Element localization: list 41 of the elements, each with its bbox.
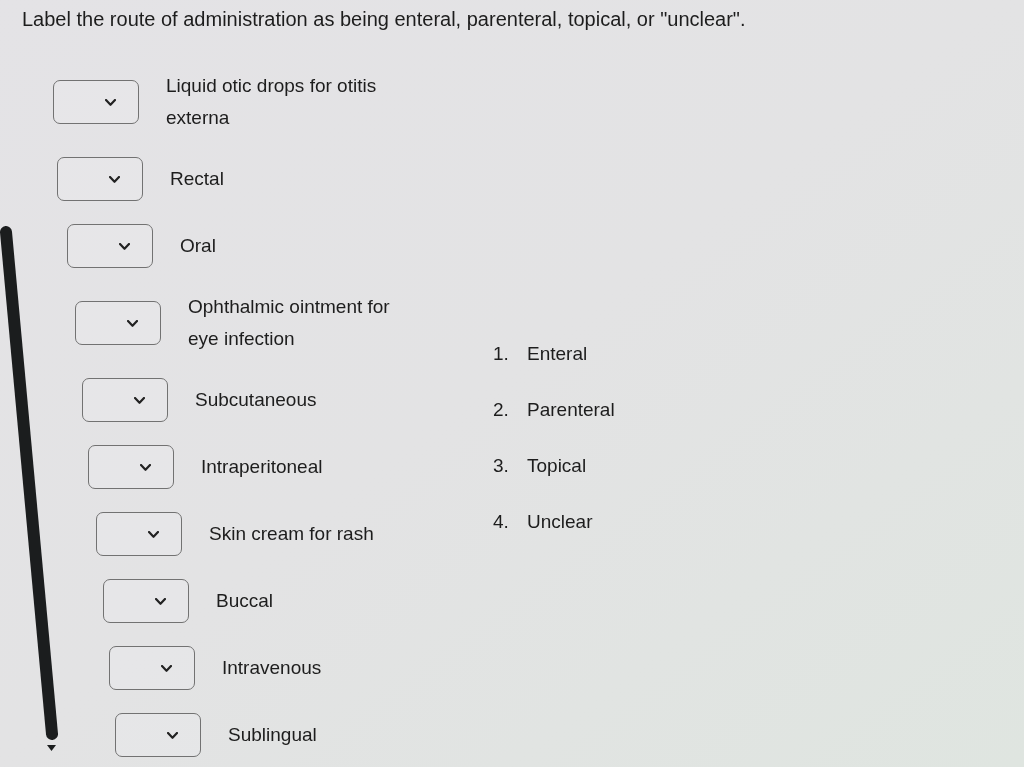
route-label: Ophthalmic ointment for eye infection bbox=[188, 295, 391, 351]
chevron-down-icon bbox=[167, 731, 178, 739]
option-label: Unclear bbox=[527, 510, 593, 534]
dropdown[interactable] bbox=[115, 713, 201, 757]
dropdown[interactable] bbox=[109, 646, 195, 690]
chevron-down-icon bbox=[109, 175, 120, 183]
dropdown[interactable] bbox=[96, 512, 182, 556]
dropdown[interactable] bbox=[53, 80, 139, 124]
option-number: 3. bbox=[493, 454, 510, 478]
chevron-down-icon bbox=[127, 319, 138, 327]
dropdown[interactable] bbox=[67, 224, 153, 268]
route-label: Rectal bbox=[170, 167, 224, 191]
dropdown[interactable] bbox=[57, 157, 143, 201]
chevron-down-icon bbox=[148, 530, 159, 538]
chevron-down-icon bbox=[134, 396, 145, 404]
route-label: Skin cream for rash bbox=[209, 522, 374, 546]
option-label: Topical bbox=[527, 454, 587, 478]
dropdown[interactable] bbox=[88, 445, 174, 489]
route-label: Buccal bbox=[216, 589, 274, 613]
route-label: Liquid otic drops for otitis externa bbox=[166, 74, 378, 130]
instruction-text: Label the route of administration as being enteral, parenteral, topical, or "unclear". bbox=[22, 7, 747, 32]
dropdown[interactable] bbox=[82, 378, 168, 422]
option-label: Parenteral bbox=[527, 398, 615, 422]
route-label: Sublingual bbox=[228, 723, 317, 747]
option-label: Enteral bbox=[527, 342, 588, 366]
option-number: 4. bbox=[493, 510, 510, 534]
option-number: 1. bbox=[493, 342, 510, 366]
route-label: Subcutaneous bbox=[195, 388, 317, 412]
chevron-down-icon bbox=[140, 463, 151, 471]
scrollbar-thumb[interactable] bbox=[0, 226, 58, 740]
down-arrow-icon[interactable] bbox=[47, 745, 56, 751]
chevron-down-icon bbox=[119, 242, 130, 250]
chevron-down-icon bbox=[155, 597, 166, 605]
dropdown[interactable] bbox=[103, 579, 189, 623]
route-label: Intravenous bbox=[222, 656, 322, 680]
route-label: Oral bbox=[180, 234, 216, 258]
chevron-down-icon bbox=[105, 98, 116, 106]
dropdown[interactable] bbox=[75, 301, 161, 345]
option-number: 2. bbox=[493, 398, 510, 422]
route-label: Intraperitoneal bbox=[201, 455, 323, 479]
chevron-down-icon bbox=[161, 664, 172, 672]
